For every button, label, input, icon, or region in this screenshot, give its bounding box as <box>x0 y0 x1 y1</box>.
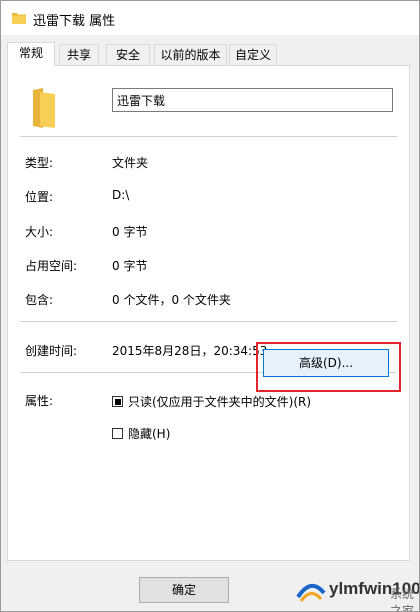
size-value: 0 字节 <box>112 225 148 239</box>
readonly-label: 只读(仅应用于文件夹中的文件)(R) <box>128 395 312 409</box>
location-value: D:\ <box>112 188 130 202</box>
location-label: 位置: <box>25 190 54 204</box>
properties-dialog: 迅雷下载 属性 常规 共享 安全 以前的版本 自定义 类型: 文件夹 位置: D… <box>0 0 420 612</box>
window-title: 迅雷下载 属性 <box>33 14 116 29</box>
tab-general[interactable]: 常规 <box>7 42 55 66</box>
system-logo-icon <box>296 584 326 602</box>
created-label: 创建时间: <box>25 344 78 358</box>
hidden-checkbox-row[interactable]: 隐藏(H) <box>112 425 170 442</box>
disk-size-label: 占用空间: <box>25 259 78 273</box>
type-value: 文件夹 <box>112 156 149 170</box>
separator <box>20 321 397 322</box>
folder-name-input[interactable] <box>112 88 393 112</box>
size-label: 大小: <box>25 225 54 239</box>
tab-security[interactable]: 安全 <box>106 44 150 65</box>
tab-customize[interactable]: 自定义 <box>229 44 277 65</box>
disk-size-value: 0 字节 <box>112 259 148 273</box>
folder-icon <box>12 13 26 24</box>
readonly-checkbox-row[interactable]: 只读(仅应用于文件夹中的文件)(R) <box>112 393 311 410</box>
readonly-checkbox[interactable] <box>112 396 123 407</box>
tab-sharing[interactable]: 共享 <box>59 44 99 65</box>
watermark: ylmfwin100.com 系统之家 <box>293 571 419 612</box>
advanced-button[interactable]: 高级(D)... <box>263 349 389 377</box>
separator <box>20 136 397 137</box>
ok-button[interactable]: 确定 <box>139 577 229 603</box>
contains-label: 包含: <box>25 293 54 307</box>
hidden-label: 隐藏(H) <box>128 427 171 441</box>
title-bar[interactable]: 迅雷下载 属性 <box>1 1 419 35</box>
tab-previous-versions[interactable]: 以前的版本 <box>154 44 227 65</box>
watermark-cn: 系统之家 <box>390 587 415 612</box>
contains-value: 0 个文件，0 个文件夹 <box>112 293 231 307</box>
general-panel: 类型: 文件夹 位置: D:\ 大小: 0 字节 占用空间: 0 字节 包含: … <box>7 65 410 561</box>
attributes-label: 属性: <box>25 394 54 408</box>
hidden-checkbox[interactable] <box>112 428 123 439</box>
folder-icon <box>33 88 55 128</box>
type-label: 类型: <box>25 156 54 170</box>
created-value: 2015年8月28日，20:34:53 <box>112 344 268 358</box>
